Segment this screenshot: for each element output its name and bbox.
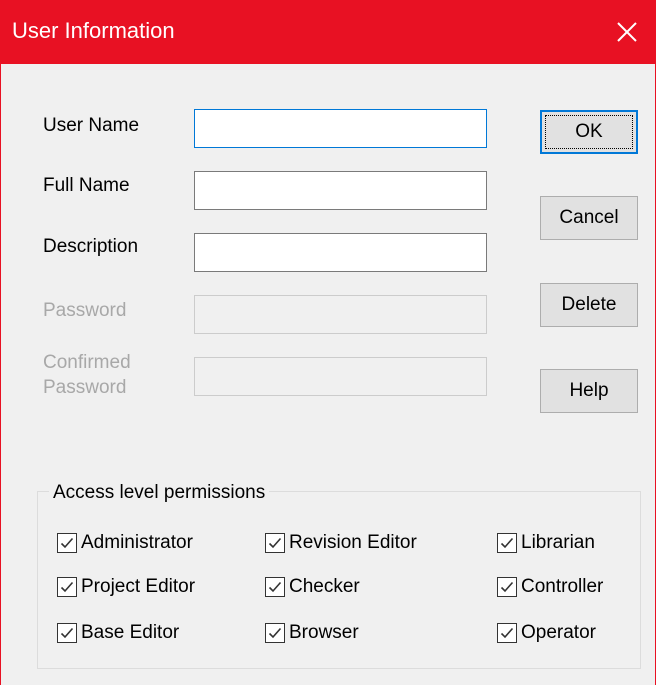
checkbox-box[interactable] xyxy=(497,577,517,597)
administrator-label: Administrator xyxy=(81,532,193,553)
checkbox-box[interactable] xyxy=(497,623,517,643)
focus-rectangle xyxy=(545,115,633,149)
user-name-input[interactable] xyxy=(194,109,487,148)
access-permissions-group-label: Access level permissions xyxy=(49,481,270,505)
base-editor-checkbox[interactable]: Base Editor xyxy=(57,620,179,646)
user-information-dialog: User Information User Name Full Name Des… xyxy=(0,0,656,685)
user-name-label: User Name xyxy=(43,115,140,136)
close-button[interactable] xyxy=(591,0,655,64)
password-input[interactable] xyxy=(194,295,487,334)
administrator-checkbox[interactable]: Administrator xyxy=(57,530,193,556)
checkmark-icon xyxy=(500,581,514,593)
base-editor-label: Base Editor xyxy=(81,622,180,643)
close-icon xyxy=(617,22,637,42)
browser-checkbox[interactable]: Browser xyxy=(265,620,359,646)
checkbox-box[interactable] xyxy=(265,533,285,553)
checkmark-icon xyxy=(500,627,514,639)
title-bar[interactable]: User Information xyxy=(1,0,655,64)
checkbox-box[interactable] xyxy=(265,577,285,597)
librarian-checkbox[interactable]: Librarian xyxy=(497,530,595,556)
revision-editor-checkbox[interactable]: Revision Editor xyxy=(265,530,417,556)
operator-checkbox[interactable]: Operator xyxy=(497,620,596,646)
librarian-label: Librarian xyxy=(521,532,595,553)
checkmark-icon xyxy=(268,627,282,639)
checkmark-icon xyxy=(268,581,282,593)
checkbox-box[interactable] xyxy=(57,577,77,597)
cancel-button[interactable]: Cancel xyxy=(540,196,638,240)
confirmed-password-label-line1: Confirmed xyxy=(43,352,131,373)
controller-checkbox[interactable]: Controller xyxy=(497,574,603,600)
checkbox-box[interactable] xyxy=(57,623,77,643)
checkmark-icon xyxy=(268,537,282,549)
window-title: User Information xyxy=(12,18,175,43)
ok-button[interactable]: OK xyxy=(540,110,638,154)
delete-button[interactable]: Delete xyxy=(540,283,638,327)
delete-button-label: Delete xyxy=(561,294,617,315)
help-button-label: Help xyxy=(569,380,609,401)
help-button[interactable]: Help xyxy=(540,369,638,413)
full-name-input[interactable] xyxy=(194,171,487,210)
description-input[interactable] xyxy=(194,233,487,272)
checkmark-icon xyxy=(500,537,514,549)
checkbox-box[interactable] xyxy=(57,533,77,553)
full-name-label: Full Name xyxy=(43,175,130,196)
checkbox-box[interactable] xyxy=(497,533,517,553)
checkmark-icon xyxy=(60,627,74,639)
confirmed-password-label-line2: Password xyxy=(43,377,127,398)
checkbox-box[interactable] xyxy=(265,623,285,643)
revision-editor-label: Revision Editor xyxy=(289,532,417,553)
confirmed-password-input[interactable] xyxy=(194,357,487,396)
checker-label: Checker xyxy=(289,576,360,597)
password-label: Password xyxy=(43,300,127,321)
cancel-button-label: Cancel xyxy=(559,207,619,228)
description-label: Description xyxy=(43,236,139,257)
browser-label: Browser xyxy=(289,622,359,643)
controller-label: Controller xyxy=(521,576,604,597)
project-editor-checkbox[interactable]: Project Editor xyxy=(57,574,195,600)
checker-checkbox[interactable]: Checker xyxy=(265,574,360,600)
checkmark-icon xyxy=(60,537,74,549)
checkmark-icon xyxy=(60,581,74,593)
project-editor-label: Project Editor xyxy=(81,576,196,597)
operator-label: Operator xyxy=(521,622,596,643)
